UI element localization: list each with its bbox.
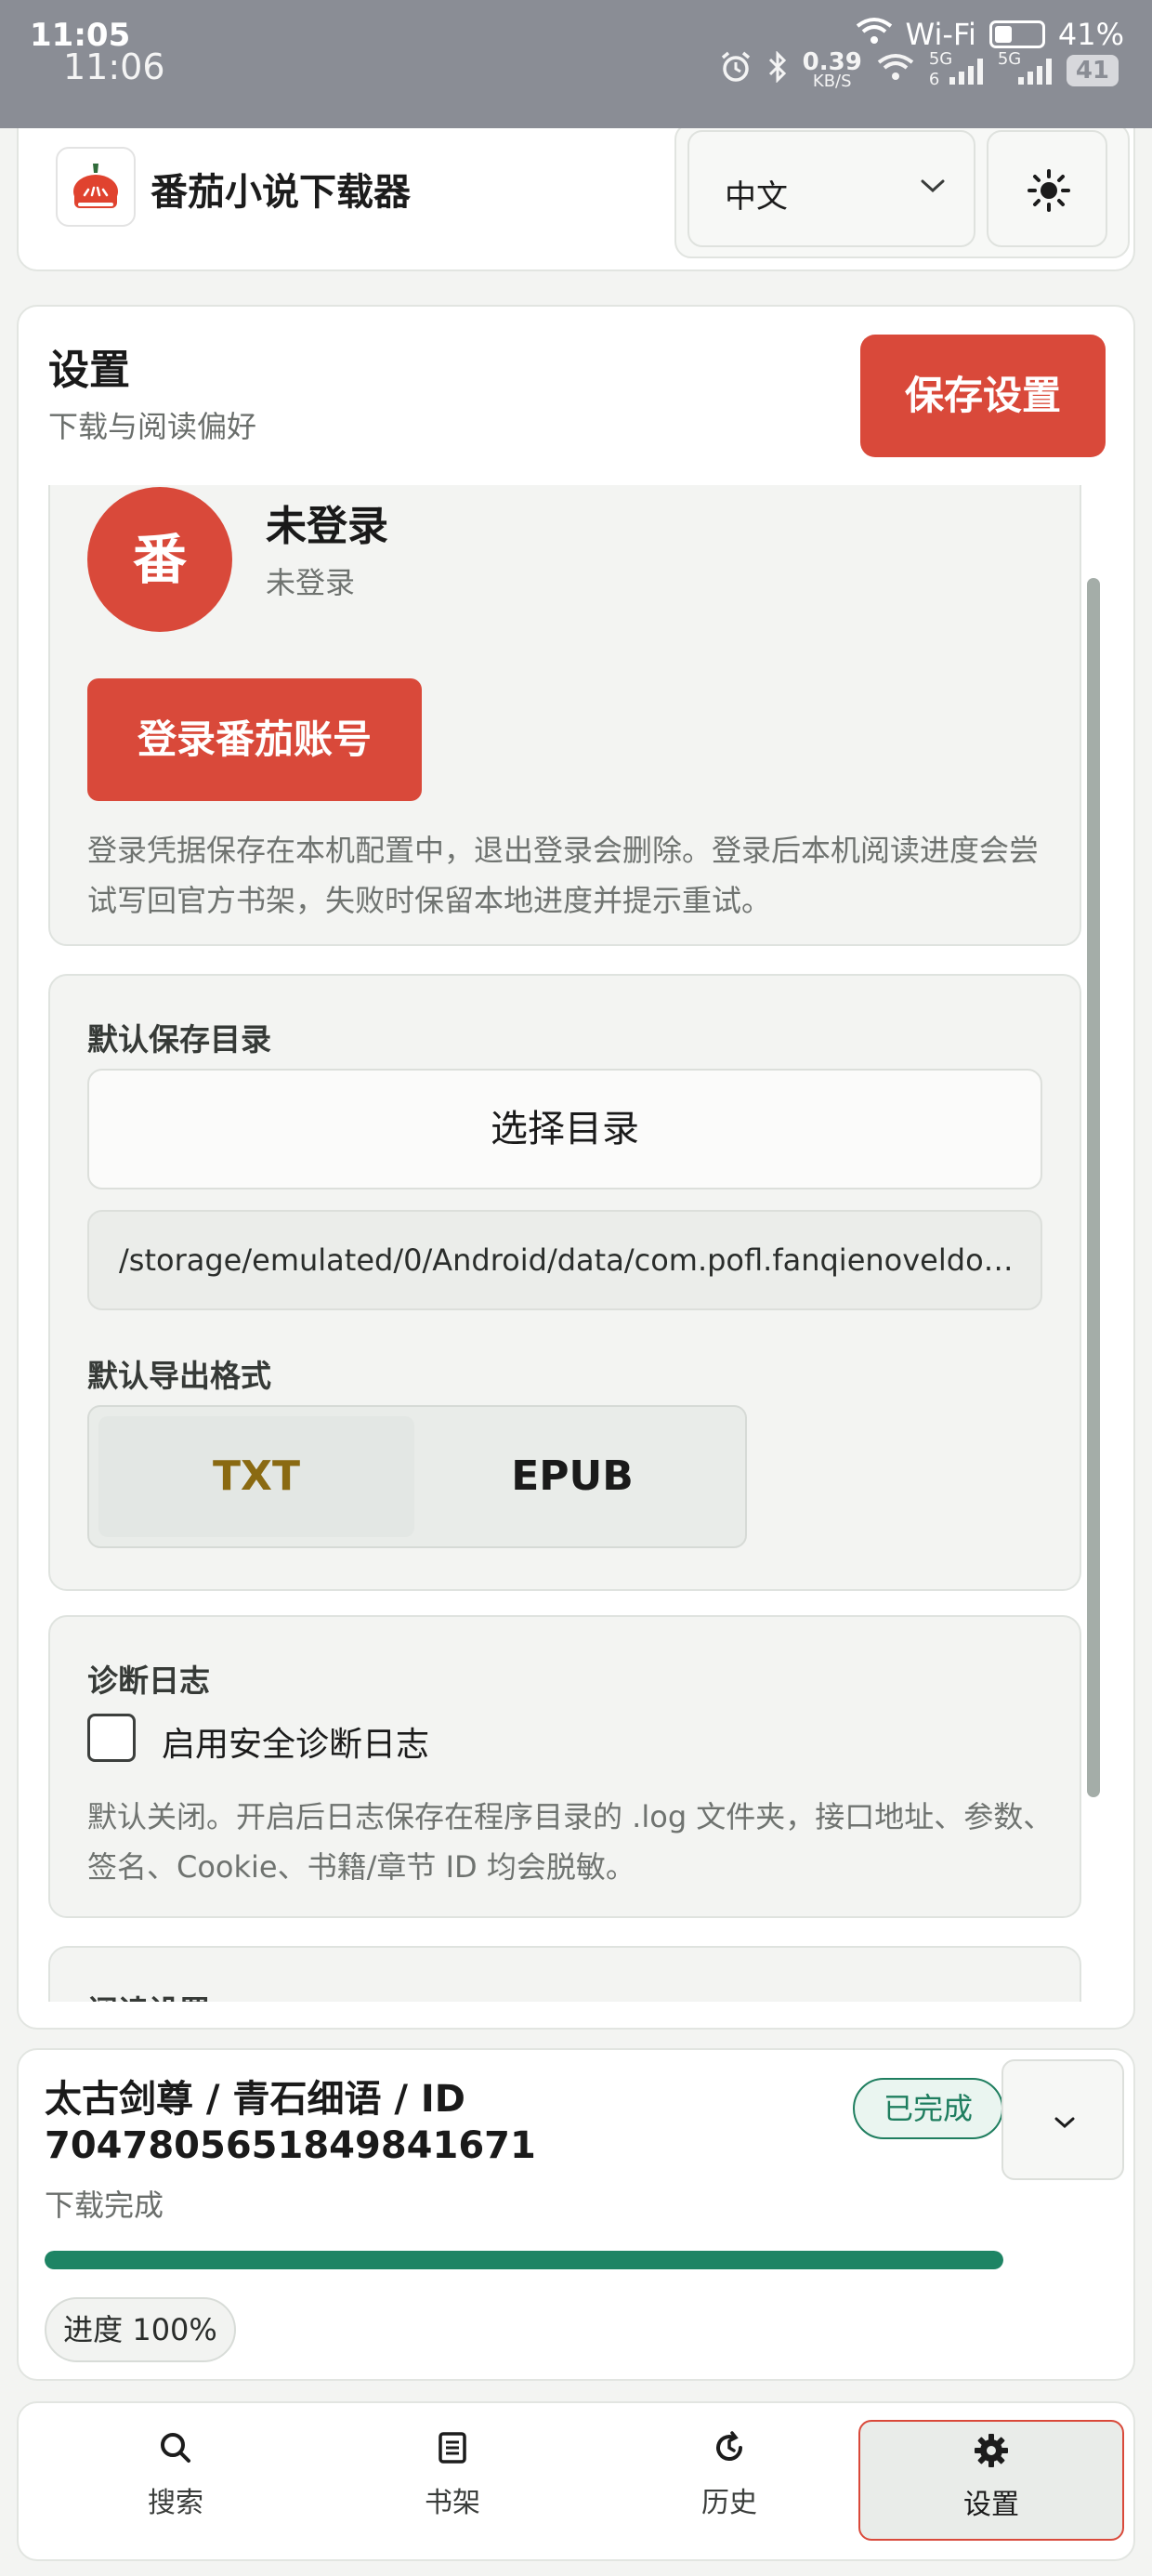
tomato-logo-icon <box>56 147 136 227</box>
battery-level: 41 <box>1066 55 1119 86</box>
nav-label-history: 历史 <box>701 2487 757 2519</box>
battery-icon <box>988 20 1045 48</box>
wifi-icon-2 <box>877 53 914 88</box>
net-type-1: 5G <box>928 49 953 69</box>
signal-icon-1 <box>949 57 983 85</box>
login-button[interactable]: 登录番茄账号 <box>87 678 422 801</box>
save-settings-button[interactable]: 保存设置 <box>860 335 1106 457</box>
nav-label-bookshelf: 书架 <box>425 2487 480 2519</box>
download-task-card: 太古剑尊 / 青石细语 / ID 7047805651849841671 已完成… <box>17 2048 1135 2381</box>
diagnostics-checkbox[interactable] <box>87 1714 136 1762</box>
settings-scroll-area[interactable]: 番 未登录 未登录 登录番茄账号 登录凭据保存在本机配置中，退出登录会删除。登录… <box>48 485 1107 2002</box>
search-icon <box>43 2431 308 2468</box>
export-format-label: 默认导出格式 <box>87 1358 271 1394</box>
nav-label-settings: 设置 <box>963 2489 1019 2521</box>
diagnostics-checkbox-label[interactable]: 启用安全诊断日志 <box>162 1717 429 1766</box>
chevron-down-icon <box>1052 2113 1078 2136</box>
language-value: 中文 <box>725 178 788 216</box>
diagnostics-help-text: 默认关闭。开启后日志保存在程序目录的 .log 文件夹，接口地址、参数、签名、C… <box>87 1799 1054 1885</box>
storage-section: 默认保存目录 选择目录 /storage/emulated/0/Android/… <box>48 974 1081 1591</box>
progress-bar <box>45 2251 1003 2269</box>
avatar: 番 <box>87 487 232 632</box>
language-select[interactable]: 中文 <box>687 130 975 247</box>
account-name: 未登录 <box>266 503 388 550</box>
task-title: 太古剑尊 / 青石细语 / ID 7047805651849841671 <box>45 2078 536 2167</box>
diagnostics-label: 诊断日志 <box>87 1663 210 1699</box>
nav-item-search[interactable]: 搜索 <box>43 2420 308 2541</box>
progress-label: 进度 100% <box>45 2297 236 2362</box>
bluetooth-icon <box>767 50 788 90</box>
signal-icon-2 <box>1017 57 1052 85</box>
theme-toggle-button[interactable] <box>987 130 1107 247</box>
save-path-field[interactable]: /storage/emulated/0/Android/data/com.pof… <box>87 1210 1042 1310</box>
nav-item-bookshelf[interactable]: 书架 <box>320 2420 585 2541</box>
status-bar: 11:05 Wi-Fi 41% 11:06 0.39 KB/S 5G 6 5G … <box>0 0 1152 128</box>
settings-title: 设置 <box>48 347 130 394</box>
export-format-selector: TXT EPUB <box>87 1405 747 1548</box>
settings-panel: 设置 下载与阅读偏好 保存设置 番 未登录 未登录 登录番茄账号 登录凭据保存在… <box>17 305 1135 2030</box>
progress-bar-fill <box>45 2251 1003 2269</box>
sim-slot: 6 <box>928 70 940 89</box>
app-title: 番茄小说下载器 <box>151 171 411 214</box>
header-controls: 中文 <box>674 123 1130 258</box>
task-expand-button[interactable] <box>1001 2059 1124 2180</box>
chevron-down-icon <box>920 177 946 199</box>
save-dir-label: 默认保存目录 <box>87 1021 271 1058</box>
status-badge: 已完成 <box>853 2078 1003 2139</box>
alarm-icon <box>719 50 753 91</box>
gear-icon <box>860 2433 1122 2470</box>
bottom-navigation: 搜索 书架 历史 设置 <box>17 2401 1135 2561</box>
net-speed: 0.39 <box>802 48 862 76</box>
settings-scrollbar[interactable] <box>1087 578 1100 1797</box>
sun-icon <box>1027 168 1071 217</box>
reading-label: 阅读设置 <box>87 1987 210 2002</box>
reading-section: 阅读设置 <box>48 1946 1081 2002</box>
account-section: 番 未登录 未登录 登录番茄账号 登录凭据保存在本机配置中，退出登录会删除。登录… <box>48 485 1081 946</box>
nav-label-search: 搜索 <box>148 2487 203 2519</box>
net-speed-unit: KB/S <box>812 72 852 91</box>
nav-item-history[interactable]: 历史 <box>596 2420 862 2541</box>
nav-item-settings[interactable]: 设置 <box>858 2420 1124 2541</box>
diagnostics-section: 诊断日志 启用安全诊断日志 默认关闭。开启后日志保存在程序目录的 .log 文件… <box>48 1615 1081 1918</box>
account-help-text: 登录凭据保存在本机配置中，退出登录会删除。登录后本机阅读进度会尝试写回官方书架，… <box>87 833 1040 918</box>
choose-directory-button[interactable]: 选择目录 <box>87 1069 1042 1189</box>
bookshelf-icon <box>320 2431 585 2468</box>
net-type-2: 5G <box>997 49 1022 69</box>
history-icon <box>596 2431 862 2468</box>
format-option-epub[interactable]: EPUB <box>414 1416 730 1537</box>
account-status: 未登录 <box>266 565 356 600</box>
task-status: 下载完成 <box>45 2188 164 2223</box>
format-option-txt[interactable]: TXT <box>98 1416 414 1537</box>
settings-subtitle: 下载与阅读偏好 <box>48 409 257 444</box>
status-time-front: 11:06 <box>63 46 165 87</box>
